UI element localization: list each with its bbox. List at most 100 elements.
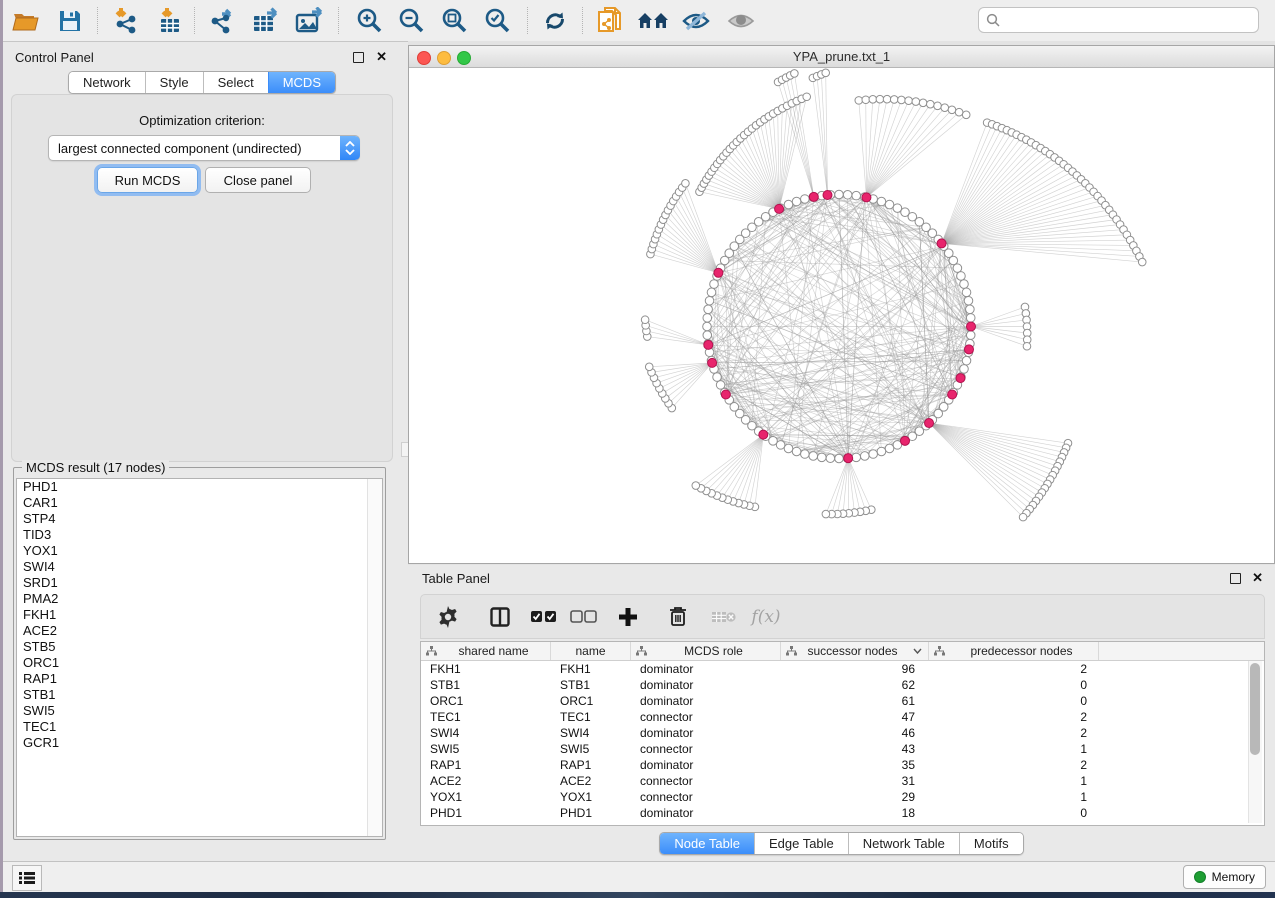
table-row[interactable]: YOX1YOX1connector291 xyxy=(421,789,1264,805)
select-all-icon xyxy=(530,610,558,623)
tab-group: NetworkStyleSelectMCDS xyxy=(68,71,336,94)
refresh-view-button[interactable] xyxy=(539,5,571,37)
column-header-predecessor-nodes[interactable]: predecessor nodes xyxy=(929,642,1099,660)
table-tab-network-table[interactable]: Network Table xyxy=(848,833,959,854)
show-columns-button[interactable] xyxy=(481,599,519,635)
table-cell: YOX1 xyxy=(421,789,551,805)
delete-column-button[interactable] xyxy=(659,599,697,635)
mcds-result-item[interactable]: SRD1 xyxy=(17,575,382,591)
tab-select[interactable]: Select xyxy=(203,72,268,93)
houses-button[interactable] xyxy=(637,5,669,37)
table-row[interactable]: STB1STB1dominator620 xyxy=(421,677,1264,693)
mcds-result-item[interactable]: PHD1 xyxy=(17,479,382,495)
table-cell xyxy=(1099,709,1264,725)
table-cell: dominator xyxy=(631,757,781,773)
memory-button[interactable]: Memory xyxy=(1183,865,1266,889)
tab-network[interactable]: Network xyxy=(69,72,145,93)
tab-mcds[interactable]: MCDS xyxy=(268,72,335,93)
close-table-panel-button[interactable]: ✕ xyxy=(1252,573,1263,583)
mcds-result-item[interactable]: STB5 xyxy=(17,639,382,655)
table-cell: dominator xyxy=(631,693,781,709)
table-row[interactable]: FKH1FKH1dominator962 xyxy=(421,661,1264,677)
mcds-result-item[interactable]: YOX1 xyxy=(17,543,382,559)
table-row[interactable]: SWI4SWI4dominator462 xyxy=(421,725,1264,741)
column-header-mcds-role[interactable]: MCDS role xyxy=(631,642,781,660)
table-tab-edge-table[interactable]: Edge Table xyxy=(754,833,848,854)
close-panel-button[interactable]: ✕ xyxy=(376,52,387,62)
memory-label: Memory xyxy=(1212,870,1255,884)
zoom-out-button[interactable] xyxy=(395,5,427,37)
column-header-shared-name[interactable]: shared name xyxy=(421,642,551,660)
table-panel-title: Table Panel xyxy=(422,571,490,586)
show-all-button[interactable] xyxy=(725,5,757,37)
close-panel-action-button[interactable]: Close panel xyxy=(205,167,311,193)
mcds-result-item[interactable]: SWI5 xyxy=(17,703,382,719)
optimization-criterion-select[interactable]: largest connected component (undirected) xyxy=(48,135,360,161)
toolbar-search xyxy=(978,7,1259,33)
table-row[interactable]: ACE2ACE2connector311 xyxy=(421,773,1264,789)
table-scrollbar[interactable] xyxy=(1248,661,1262,823)
zoom-in-button[interactable] xyxy=(353,5,385,37)
table-cell: TEC1 xyxy=(421,709,551,725)
mcds-result-item[interactable]: PMA2 xyxy=(17,591,382,607)
mcds-result-list[interactable]: PHD1CAR1STP4TID3YOX1SWI4SRD1PMA2FKH1ACE2… xyxy=(16,478,383,837)
hide-selected-button[interactable] xyxy=(680,5,712,37)
mcds-result-item[interactable]: CAR1 xyxy=(17,495,382,511)
export-table-button[interactable] xyxy=(250,5,282,37)
table-tab-motifs[interactable]: Motifs xyxy=(959,833,1023,854)
mcds-result-item[interactable]: FKH1 xyxy=(17,607,382,623)
memory-status-icon xyxy=(1194,871,1206,883)
tab-style[interactable]: Style xyxy=(145,72,203,93)
table-row[interactable]: PHD1PHD1dominator180 xyxy=(421,805,1264,821)
mcds-result-item[interactable]: GCR1 xyxy=(17,735,382,751)
show-panels-button[interactable] xyxy=(12,865,42,891)
refresh-icon xyxy=(542,8,568,34)
table-cell: PHD1 xyxy=(551,805,631,821)
clone-network-button[interactable] xyxy=(594,5,626,37)
export-network-button[interactable] xyxy=(206,5,238,37)
save-session-button[interactable] xyxy=(54,5,86,37)
export-image-button[interactable] xyxy=(294,5,326,37)
vertical-splitter[interactable] xyxy=(401,42,408,862)
table-settings-button[interactable] xyxy=(429,599,467,635)
table-cell xyxy=(1099,805,1264,821)
mcds-result-item[interactable]: SWI4 xyxy=(17,559,382,575)
table-cell: RAP1 xyxy=(421,757,551,773)
zoom-fit-button[interactable] xyxy=(438,5,470,37)
mcds-result-item[interactable]: STP4 xyxy=(17,511,382,527)
table-tab-node-table[interactable]: Node Table xyxy=(660,833,754,854)
table-scrollbar-thumb[interactable] xyxy=(1250,663,1260,755)
table-cell: 1 xyxy=(929,741,1099,757)
zoom-selected-button[interactable] xyxy=(481,5,513,37)
column-header-successor-nodes[interactable]: successor nodes xyxy=(781,642,929,660)
search-input[interactable] xyxy=(1005,12,1258,28)
column-header-name[interactable]: name xyxy=(551,642,631,660)
mcds-result-item[interactable]: STB1 xyxy=(17,687,382,703)
table-cell: SWI5 xyxy=(551,741,631,757)
clear-selection-button[interactable] xyxy=(565,599,603,635)
float-panel-button[interactable] xyxy=(353,52,364,63)
import-network-button[interactable] xyxy=(110,5,142,37)
select-all-button[interactable] xyxy=(525,599,563,635)
table-row[interactable]: RAP1RAP1dominator352 xyxy=(421,757,1264,773)
mcds-result-item[interactable]: ORC1 xyxy=(17,655,382,671)
network-canvas[interactable] xyxy=(409,68,1274,563)
export-image-icon xyxy=(295,7,325,35)
mcds-result-item[interactable]: RAP1 xyxy=(17,671,382,687)
mcds-result-item[interactable]: TID3 xyxy=(17,527,382,543)
create-column-button[interactable] xyxy=(609,599,647,635)
table-row[interactable]: ORC1ORC1dominator610 xyxy=(421,693,1264,709)
open-file-button[interactable] xyxy=(10,5,42,37)
table-cell: connector xyxy=(631,773,781,789)
float-table-panel-button[interactable] xyxy=(1230,573,1241,584)
import-table-button[interactable] xyxy=(154,5,186,37)
table-row[interactable]: TEC1TEC1connector472 xyxy=(421,709,1264,725)
plus-icon xyxy=(618,607,638,627)
table-row[interactable]: SWI5SWI5connector431 xyxy=(421,741,1264,757)
desktop-edge-bottom xyxy=(0,892,1275,898)
run-mcds-button[interactable]: Run MCDS xyxy=(97,167,198,193)
mcds-result-item[interactable]: TEC1 xyxy=(17,719,382,735)
table-cell: 2 xyxy=(929,757,1099,773)
mcds-result-item[interactable]: ACE2 xyxy=(17,623,382,639)
mcds-list-scrollbar[interactable] xyxy=(367,479,382,836)
